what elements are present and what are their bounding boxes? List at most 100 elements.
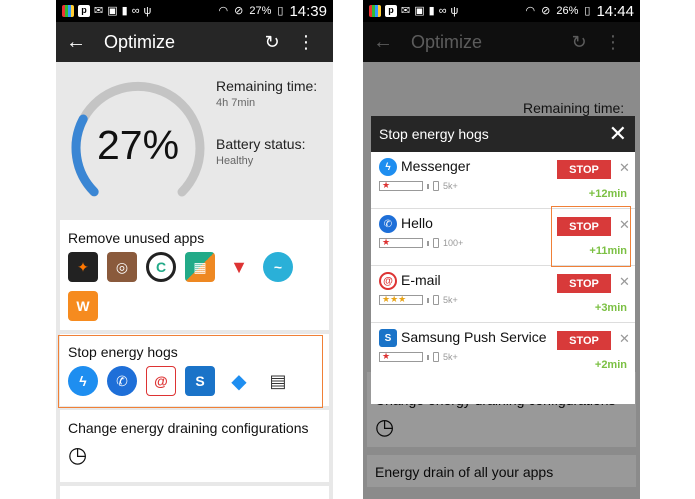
app-meta: ★★★ 5k+ [379,294,458,305]
battery-percent: 27% [96,122,180,168]
phone-mini-icon [433,295,439,305]
email-icon: @ [379,272,397,290]
time-gain: +12min [588,188,627,200]
stop-button-email[interactable]: STOP [557,274,611,293]
stop-button-samsung-push[interactable]: STOP [557,331,611,350]
usb-icon: ψ [450,5,459,17]
phone-hello-icon: ✆ [379,215,397,233]
mute-icon: ⊘ [541,5,551,17]
time-gain: +3min [594,302,627,314]
stop-hello-highlight [551,206,631,267]
stop-energy-hogs-dialog: Stop energy hogs ✕ ϟ Messenger ★ 5k+ STO… [371,116,635,404]
image-icon: ▣ [414,5,425,17]
list-item: ϟ Messenger ★ 5k+ STOP ✕ +12min [371,152,635,209]
wifi-icon: ◠ [525,5,536,17]
phone-screen-left: p ✉ ▣ ▮ ∞ ψ ◠ ⊘ 27% ▯ 14:39 ← Optimize ↻… [56,0,333,499]
notification-icon [62,5,74,17]
notification-icon [369,5,381,17]
avast-app-icon[interactable]: ✦ [68,252,98,282]
download-count: 5k+ [443,352,458,362]
rating-stars: ★★★ [382,294,407,304]
battery-rating-icon: ★ [379,237,423,248]
energy-drain-card[interactable] [60,486,329,499]
download-count: 5k+ [443,295,458,305]
battery-status-block: Battery status: Healthy [216,136,305,167]
app-bar: ← Optimize ↻ ⋮ [56,22,333,62]
usb-icon: ψ [143,5,152,17]
battery-status-value: Healthy [216,155,254,167]
app-name: Hello [401,215,433,231]
battery-icon: ▯ [584,5,591,17]
sd-card-icon: ▮ [428,5,435,17]
dismiss-icon[interactable]: ✕ [619,274,630,290]
battery-icon: ▯ [277,5,284,17]
swiftkey-app-icon[interactable]: ~ [263,252,293,282]
phone-screen-right: p ✉ ▣ ▮ ∞ ψ ◠ ⊘ 26% ▯ 14:44 ← Optimize ↻… [363,0,640,499]
dismiss-icon[interactable]: ✕ [619,160,630,176]
app-meta: ★ 5k+ [379,180,458,191]
battery-percent-text: 27% [249,5,272,17]
messenger-icon: ϟ [379,158,397,176]
status-bar: p ✉ ▣ ▮ ∞ ψ ◠ ⊘ 27% ▯ 14:39 [56,0,333,22]
battery-gauge-panel: 27% Remaining time: 4h 7min Battery stat… [56,62,333,214]
battery-rating-icon: ★★★ [379,294,423,305]
dismiss-icon[interactable]: ✕ [619,331,630,347]
download-count: 5k+ [443,181,458,191]
voicemail-icon: ∞ [131,5,140,17]
app-name: E-mail [401,272,441,288]
clock-icon: ◷ [68,442,88,467]
samsung-push-icon: S [379,329,397,347]
clock: 14:39 [289,2,327,20]
time-gain: +2min [594,359,627,371]
avg-app-icon[interactable]: ▦ [185,252,215,282]
image-icon: ▣ [107,5,118,17]
overflow-menu-icon[interactable]: ⋮ [289,32,323,53]
battery-rating-icon: ★ [379,180,423,191]
remaining-time-label: Remaining time: [216,78,318,94]
battery-status-label: Battery status: [216,136,306,152]
change-config-title: Change energy draining configurations [68,420,309,436]
mail-icon: ✉ [94,5,104,17]
app-meta: ★ 5k+ [379,351,458,362]
page-title: Optimize [104,31,176,52]
stop-energy-hogs-highlight [58,335,323,408]
rating-stars: ★ [382,351,391,361]
ccleaner-app-icon[interactable]: C [146,252,176,282]
popcorn-app-icon[interactable]: ▼ [224,252,254,282]
p-app-icon: p [385,5,397,17]
list-item: ✆ Hello ★ 100+ STOP ✕ +11min [371,206,635,267]
battery-percent-text: 26% [556,5,579,17]
phone-mini-icon [433,238,439,248]
dialog-title: Stop energy hogs [379,126,489,142]
list-item: @ E-mail ★★★ 5k+ STOP ✕ +3min [371,266,635,323]
wattpad-app-icon[interactable]: W [68,291,98,321]
remove-unused-apps-title: Remove unused apps [68,230,205,246]
refresh-icon[interactable]: ↻ [255,32,289,53]
dialog-header: Stop energy hogs ✕ [371,116,635,152]
mute-icon: ⊘ [234,5,244,17]
rating-stars: ★ [382,237,391,247]
app-name: Messenger [401,158,471,174]
battery-rating-icon: ★ [379,351,423,362]
stop-button-messenger[interactable]: STOP [557,160,611,179]
close-icon[interactable]: ✕ [609,121,627,147]
remaining-time-block: Remaining time: 4h 7min [216,78,317,109]
status-bar: p ✉ ▣ ▮ ∞ ψ ◠ ⊘ 26% ▯ 14:44 [363,0,640,22]
download-count: 100+ [443,238,464,248]
p-app-icon: p [78,5,90,17]
unused-apps-icons: ✦ ◎ C ▦ ▼ ~ W [60,246,329,321]
instagram-app-icon[interactable]: ◎ [107,252,137,282]
app-name: Samsung Push Service [401,329,547,345]
mail-icon: ✉ [401,5,411,17]
change-config-card[interactable]: Change energy draining configurations ◷ [60,410,329,482]
rating-stars: ★ [382,180,391,190]
clock: 14:44 [596,2,634,20]
phone-mini-icon [433,181,439,191]
list-item: S Samsung Push Service ★ 5k+ STOP ✕ +2mi… [371,323,635,380]
voicemail-icon: ∞ [438,5,447,17]
sd-card-icon: ▮ [121,5,128,17]
remove-unused-apps-card[interactable]: Remove unused apps ✦ ◎ C ▦ ▼ ~ W [60,220,329,330]
remaining-time-value: 4h 7min [216,97,256,109]
phone-mini-icon [433,352,439,362]
back-arrow-icon[interactable]: ← [66,31,94,54]
